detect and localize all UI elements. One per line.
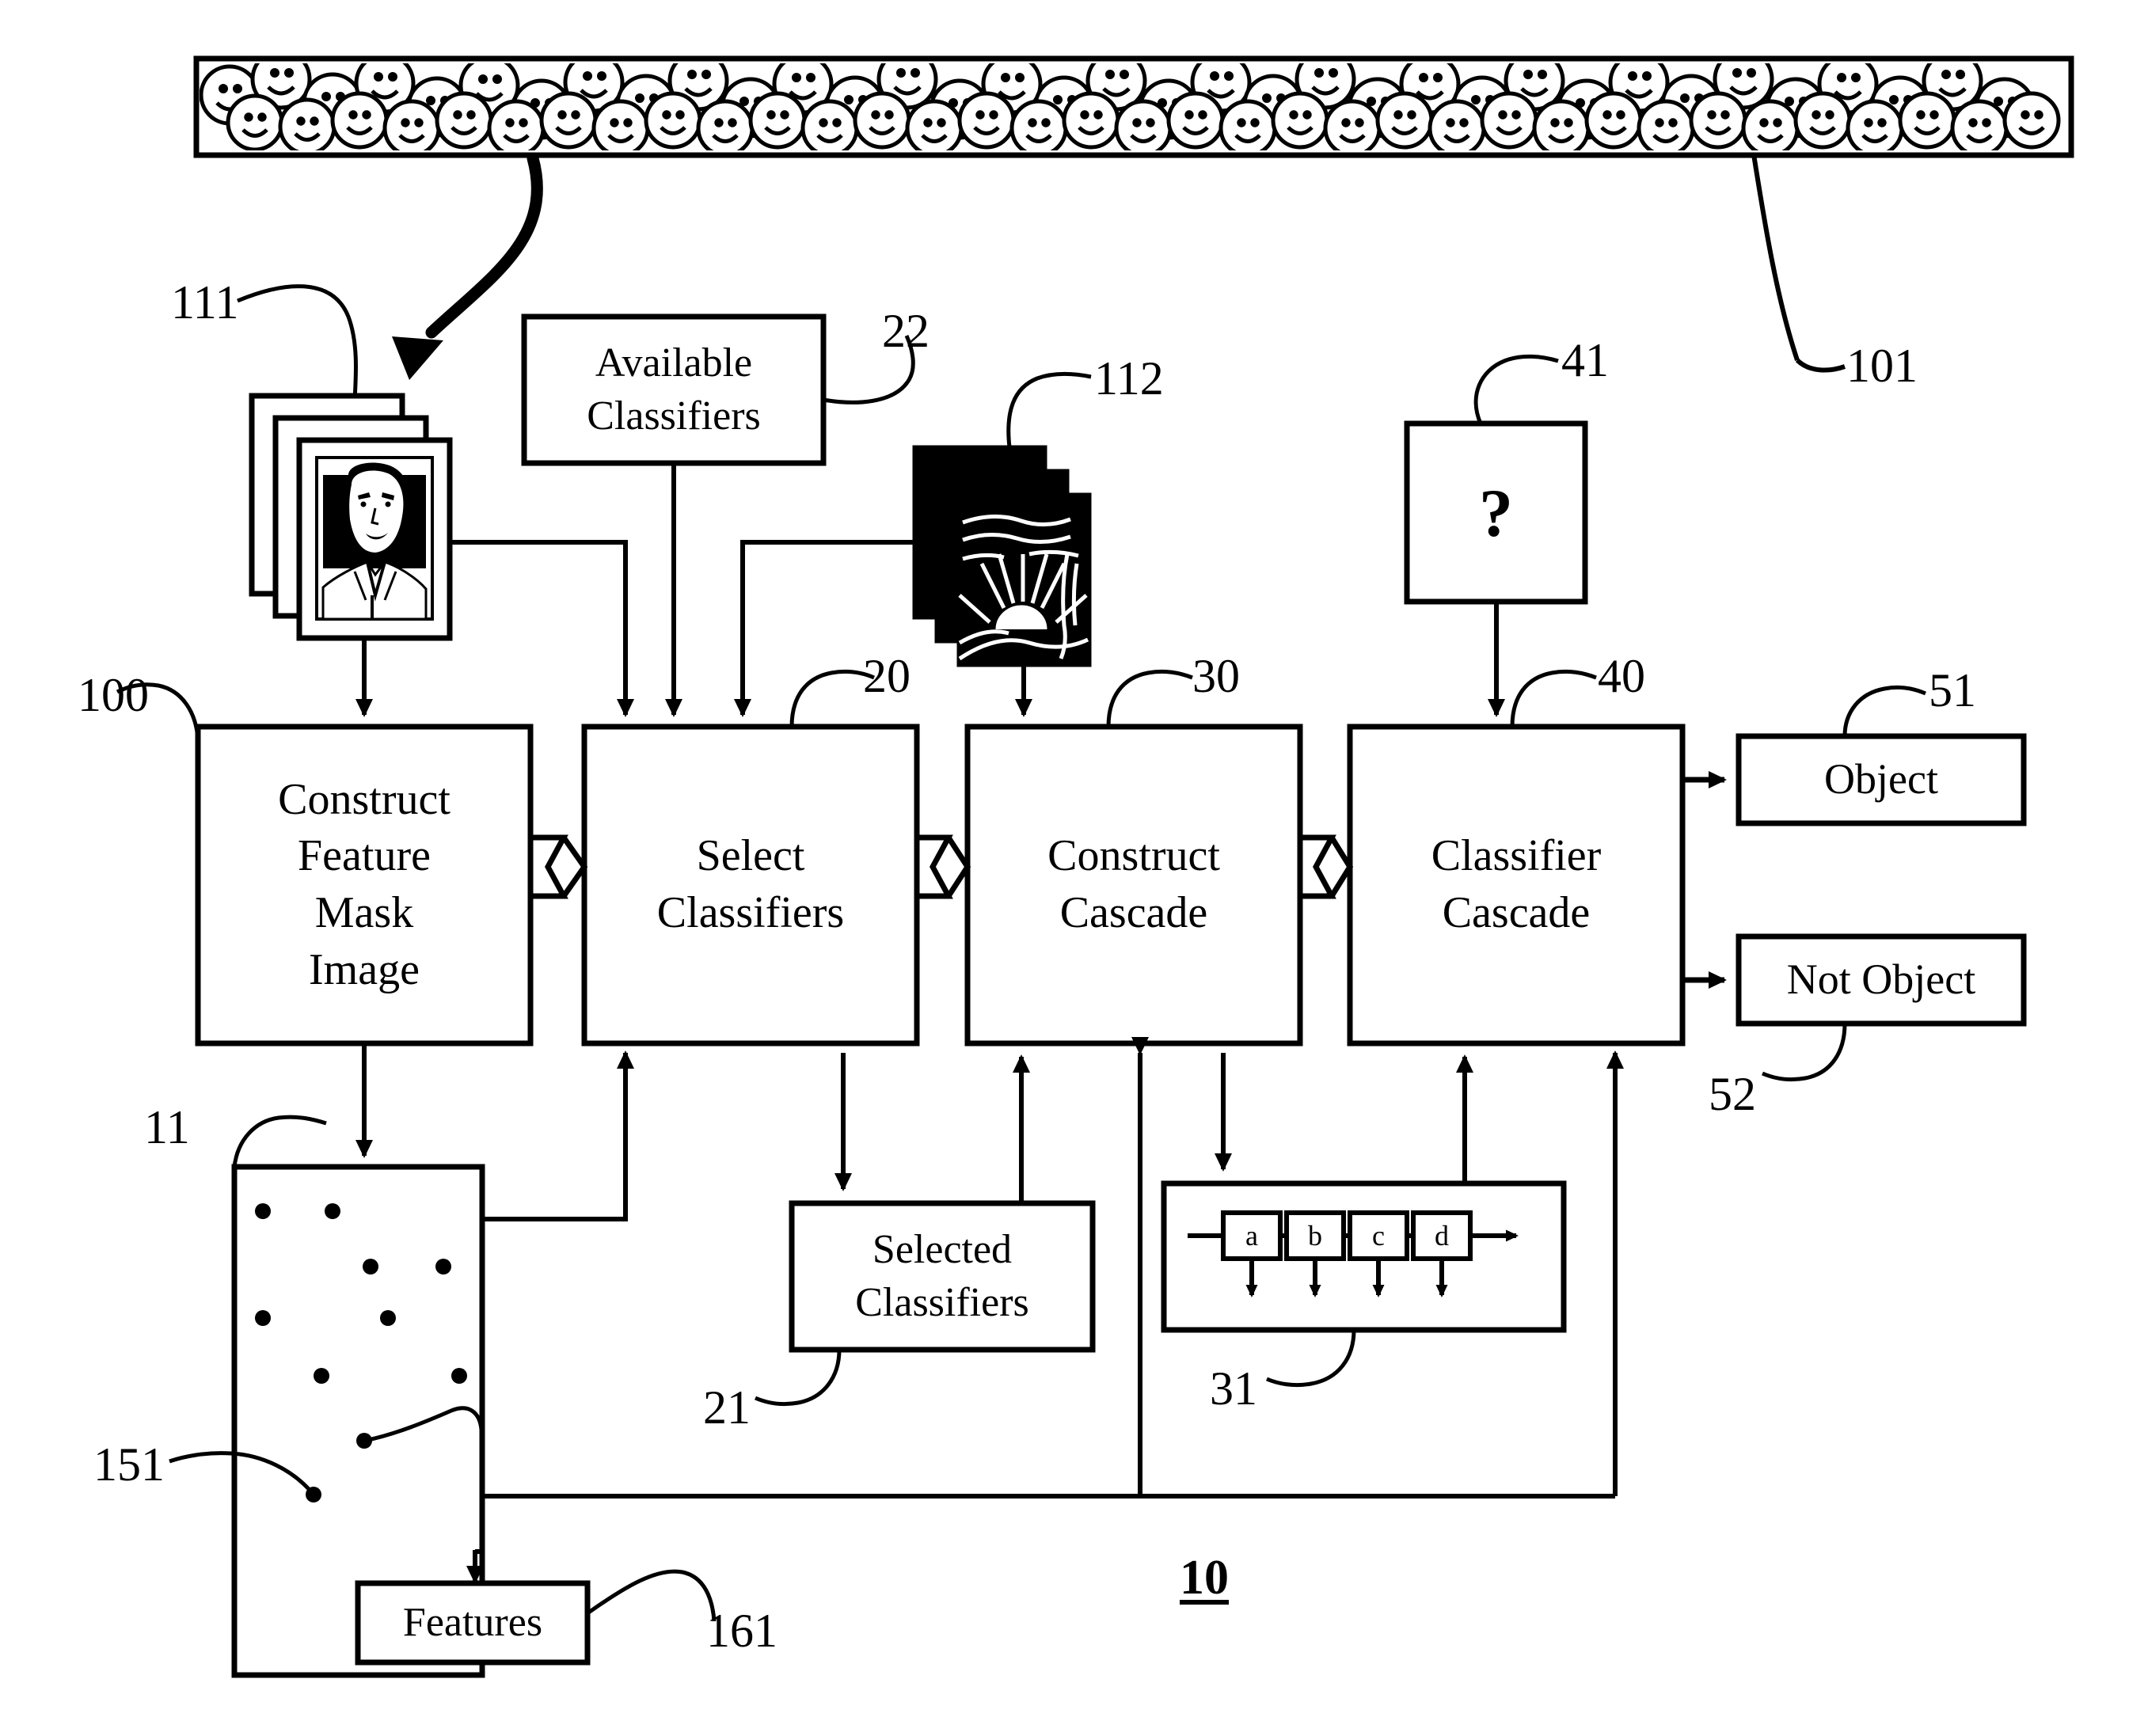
ref-label-11: 11 [144,1101,190,1153]
box-available-classifiers [521,313,827,466]
ref-label-101: 101 [1846,340,1918,392]
leader-101 [1751,154,1800,361]
ref-label-20: 20 [863,650,911,702]
cascade-stage-d: d [1435,1220,1449,1252]
ref-label-100: 100 [78,669,149,721]
leader-30 [1106,669,1193,727]
box-features [355,1580,591,1666]
box-select-classifiers [581,724,920,1047]
leader-31 [1266,1329,1356,1388]
positive-image-stack [249,393,453,641]
leader-11 [232,1115,327,1168]
leader-52 [1762,1023,1847,1082]
ref-label-41: 41 [1561,334,1609,386]
figure-number: 10 [1180,1551,1229,1605]
ref-label-40: 40 [1598,650,1645,702]
leader-40 [1510,669,1597,727]
negative-image-stack [912,445,1092,667]
ref-label-151: 151 [93,1438,165,1491]
cascade-stage-b: b [1308,1220,1322,1252]
leader-51 [1842,685,1926,737]
box-construct-cascade [964,724,1303,1047]
leader-21 [755,1349,842,1407]
leader-20 [789,669,875,727]
leader-161 [586,1569,717,1622]
box-selected-classifiers [789,1200,1096,1353]
box-object [1736,733,2027,826]
ref-label-111: 111 [171,276,239,329]
figure-canvas [116,55,2074,1678]
ref-label-21: 21 [703,1381,751,1434]
patent-figure: Construct Feature Mask Image Select Clas… [0,0,2129,1736]
training-sample-panel [193,55,2074,158]
panel-to-positive-arrow [425,152,543,339]
leader-41 [1473,354,1559,424]
ref-label-30: 30 [1192,650,1240,702]
box-not-object [1736,933,2027,1027]
cascade-stage-c: c [1372,1220,1385,1252]
leader-111 [237,284,359,401]
unknown-input-symbol: ? [1479,474,1513,551]
ref-label-161: 161 [706,1605,777,1657]
ref-label-31: 31 [1210,1362,1257,1415]
ref-label-52: 52 [1709,1068,1756,1120]
ref-label-22: 22 [882,305,930,357]
ref-label-51: 51 [1929,664,1976,716]
leader-112 [1006,372,1092,448]
cascade-stage-a: a [1245,1220,1258,1252]
ref-label-112: 112 [1094,352,1164,405]
box-construct-feature-mask [195,724,534,1047]
box-classifier-cascade [1347,724,1686,1047]
